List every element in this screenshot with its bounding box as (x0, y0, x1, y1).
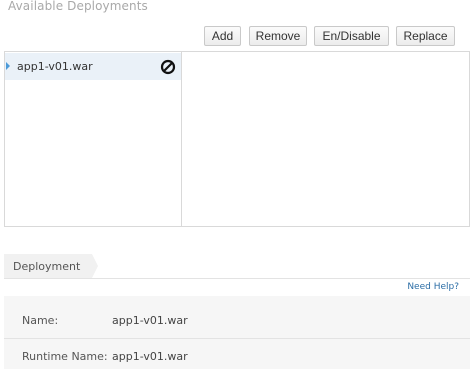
deployment-list-item[interactable]: app1-v01.war (5, 53, 181, 80)
runtime-name-label: Runtime Name: (22, 350, 108, 363)
runtime-name-value: app1-v01.war (112, 350, 188, 363)
deployment-details: Name: app1-v01.war Runtime Name: app1-v0… (4, 296, 470, 369)
en-disable-button[interactable]: En/Disable (314, 26, 389, 46)
detail-row-name: Name: app1-v01.war (4, 302, 470, 339)
replace-button[interactable]: Replace (396, 26, 455, 46)
tab-deployment-label: Deployment (13, 260, 81, 273)
need-help-link[interactable]: Need Help? (407, 282, 459, 292)
name-label: Name: (22, 314, 59, 327)
deployment-name: app1-v01.war (17, 60, 93, 73)
add-button[interactable]: Add (204, 26, 241, 46)
tab-deployment[interactable]: Deployment (4, 254, 98, 278)
remove-button[interactable]: Remove (249, 26, 307, 46)
deployment-list: app1-v01.war (5, 52, 182, 226)
tab-bar: Deployment (4, 254, 470, 279)
deployments-panel: app1-v01.war (4, 51, 470, 227)
section-title: Available Deployments (8, 0, 148, 13)
disabled-icon (160, 59, 176, 75)
name-value: app1-v01.war (112, 314, 188, 327)
selected-caret-icon (6, 62, 10, 70)
